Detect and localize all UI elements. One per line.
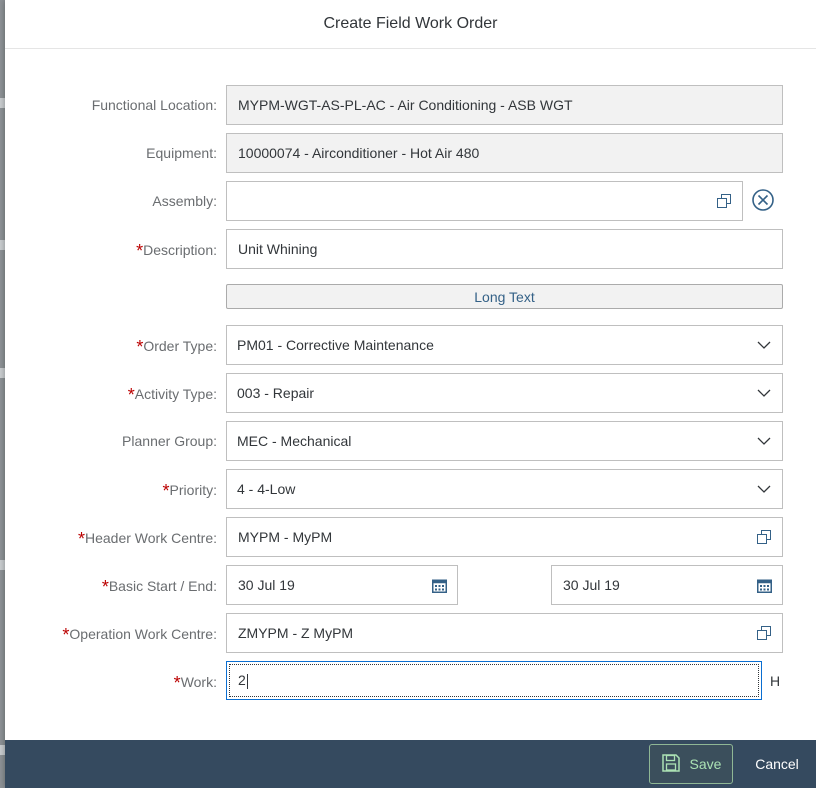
- work-unit: H: [770, 673, 781, 689]
- activity-type-select[interactable]: 003 - Repair: [226, 373, 783, 413]
- assembly-label: Assembly:: [152, 193, 217, 209]
- clear-assembly-button[interactable]: [750, 181, 776, 221]
- operation-work-centre-value: ZMYPM - Z MyPM: [238, 625, 354, 641]
- required-marker: *: [127, 385, 135, 405]
- basic-start-end-row: *Basic Start / End: 30 Jul 19 30 Jul 19: [5, 565, 816, 605]
- equipment-label: Equipment:: [146, 145, 217, 161]
- description-input[interactable]: Unit Whining: [226, 229, 783, 269]
- assembly-input[interactable]: [226, 181, 743, 221]
- required-marker: *: [101, 577, 109, 597]
- functional-location-label: Functional Location:: [91, 97, 217, 113]
- planner-group-label: Planner Group:: [122, 433, 217, 449]
- functional-location-row: Functional Location: MYPM-WGT-AS-PL-AC -…: [5, 85, 816, 125]
- value-help-icon[interactable]: [754, 623, 774, 643]
- planner-group-select[interactable]: MEC - Mechanical: [226, 421, 783, 461]
- equipment-row: Equipment: 10000074 - Airconditioner - H…: [5, 133, 816, 173]
- description-row: *Description: Unit Whining: [5, 229, 816, 269]
- save-icon: [661, 753, 681, 776]
- required-marker: *: [77, 529, 85, 549]
- order-type-value: PM01 - Corrective Maintenance: [237, 337, 434, 353]
- value-help-icon[interactable]: [714, 191, 734, 211]
- assembly-row: Assembly:: [5, 181, 816, 221]
- priority-label: *Priority:: [162, 481, 217, 501]
- chevron-down-icon[interactable]: [754, 479, 774, 499]
- create-work-order-dialog: Create Field Work Order Functional Locat…: [5, 0, 816, 788]
- header-work-centre-row: *Header Work Centre: MYPM - MyPM: [5, 517, 816, 557]
- dialog-footer: Save Cancel: [5, 740, 816, 788]
- required-marker: *: [136, 337, 144, 357]
- header-work-centre-label: *Header Work Centre:: [77, 529, 217, 549]
- equipment-value: 10000074 - Airconditioner - Hot Air 480: [238, 145, 480, 161]
- dialog-title: Create Field Work Order: [323, 15, 498, 32]
- required-marker: *: [173, 673, 181, 693]
- order-type-select[interactable]: PM01 - Corrective Maintenance: [226, 325, 783, 365]
- operation-work-centre-input[interactable]: ZMYPM - Z MyPM: [226, 613, 783, 653]
- priority-row: *Priority: 4 - 4-Low: [5, 469, 816, 509]
- save-label: Save: [689, 756, 722, 772]
- dialog-header: Create Field Work Order: [5, 0, 816, 49]
- value-help-icon[interactable]: [754, 527, 774, 547]
- work-row: *Work: 2 H: [5, 661, 816, 701]
- functional-location-field[interactable]: MYPM-WGT-AS-PL-AC - Air Conditioning - A…: [226, 85, 783, 125]
- required-marker: *: [62, 625, 70, 645]
- save-button[interactable]: Save: [649, 744, 733, 784]
- text-caret: [246, 673, 248, 689]
- description-label: *Description:: [136, 241, 217, 261]
- planner-group-row: Planner Group: MEC - Mechanical: [5, 421, 816, 461]
- basic-end-date-value: 30 Jul 19: [563, 577, 620, 593]
- calendar-icon[interactable]: [754, 575, 774, 595]
- activity-type-row: *Activity Type: 003 - Repair: [5, 373, 816, 413]
- work-value: 2: [238, 672, 246, 689]
- description-value: Unit Whining: [238, 241, 318, 257]
- chevron-down-icon[interactable]: [754, 383, 774, 403]
- basic-start-date-value: 30 Jul 19: [238, 577, 295, 593]
- header-work-centre-input[interactable]: MYPM - MyPM: [226, 517, 783, 557]
- header-work-centre-value: MYPM - MyPM: [238, 529, 333, 545]
- long-text-button[interactable]: Long Text: [226, 284, 783, 309]
- order-type-label: *Order Type:: [136, 337, 217, 357]
- clear-circle-icon: [751, 188, 775, 215]
- planner-group-value: MEC - Mechanical: [237, 433, 352, 449]
- calendar-icon[interactable]: [429, 575, 449, 595]
- chevron-down-icon[interactable]: [754, 431, 774, 451]
- basic-start-end-label: *Basic Start / End:: [101, 577, 217, 597]
- operation-work-centre-label: *Operation Work Centre:: [62, 625, 217, 645]
- equipment-field[interactable]: 10000074 - Airconditioner - Hot Air 480: [226, 133, 783, 173]
- operation-work-centre-row: *Operation Work Centre: ZMYPM - Z MyPM: [5, 613, 816, 653]
- required-marker: *: [136, 241, 144, 261]
- cancel-button[interactable]: Cancel: [747, 744, 807, 784]
- functional-location-value: MYPM-WGT-AS-PL-AC - Air Conditioning - A…: [238, 97, 573, 113]
- priority-select[interactable]: 4 - 4-Low: [226, 469, 783, 509]
- priority-value: 4 - 4-Low: [237, 481, 296, 497]
- work-label: *Work:: [173, 673, 217, 693]
- activity-type-label: *Activity Type:: [127, 385, 217, 405]
- order-type-row: *Order Type: PM01 - Corrective Maintenan…: [5, 325, 816, 365]
- activity-type-value: 003 - Repair: [237, 385, 315, 401]
- basic-end-date-picker[interactable]: 30 Jul 19: [551, 565, 783, 605]
- chevron-down-icon[interactable]: [754, 335, 774, 355]
- required-marker: *: [162, 481, 170, 501]
- work-input[interactable]: 2: [226, 661, 762, 700]
- basic-start-date-picker[interactable]: 30 Jul 19: [226, 565, 458, 605]
